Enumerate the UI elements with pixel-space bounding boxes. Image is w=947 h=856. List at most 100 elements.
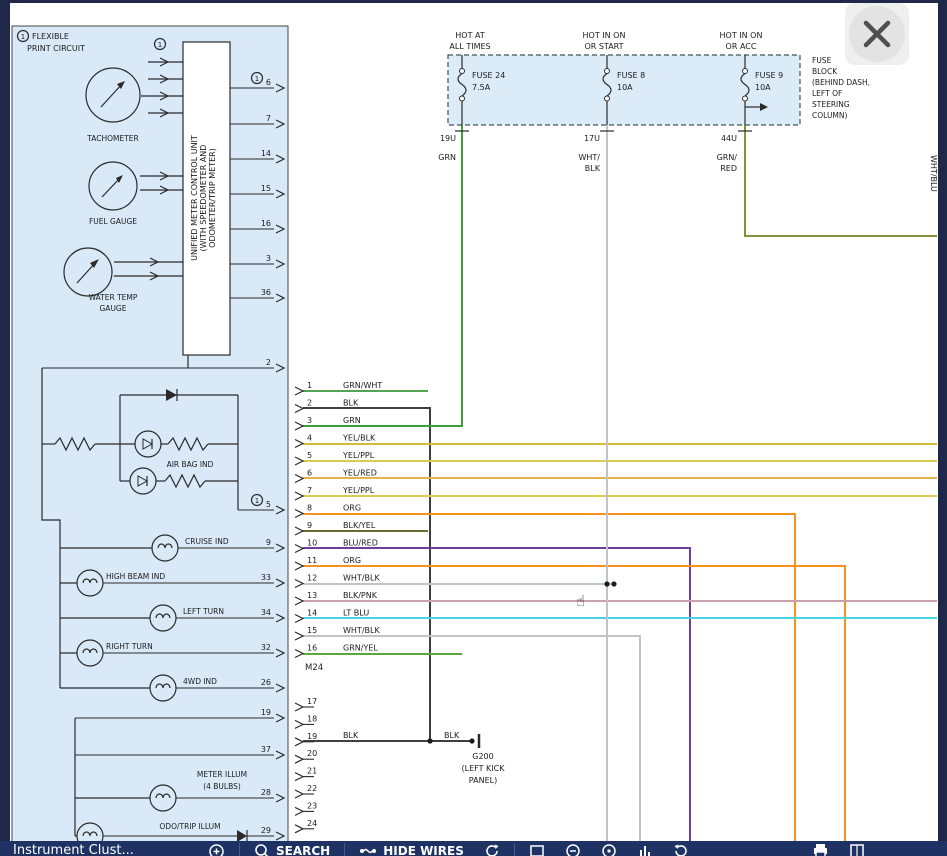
panel-pin-number: 5 [266,500,271,509]
panel-title-line1: FLEXIBLE [32,32,69,41]
junction-dot [427,738,432,743]
fuse-block: HOT AT ALL TIMES FUSE 24 7.5A 19U GRN HO… [438,31,870,173]
air-bag-label: AIR BAG IND [167,460,214,469]
fuse-terminal [460,69,465,74]
m24-pin-number: 16 [307,644,317,653]
fuse-rating: 7.5A [472,83,491,92]
meter-illum-label1: METER ILLUM [197,770,247,779]
m24-pin-number: 2 [307,399,312,408]
rotate-button[interactable] [663,843,699,856]
frame-icon [529,843,545,856]
wire-color-label: GRN/ [717,153,738,162]
fit-view-button[interactable] [519,843,555,856]
connector-chevron [295,738,303,746]
fuse-terminal [460,96,465,101]
meter-illum-label2: (4 BULBS) [203,782,241,791]
wire-color-label: GRN [438,153,456,162]
connector-chevron [295,527,303,535]
connector-id: 17U [584,134,600,143]
fuse-terminal [743,69,748,74]
m24-pin-number: 9 [307,521,312,530]
cursor-pointer: ☝ [576,592,585,610]
search-button[interactable]: SEARCH [244,843,340,856]
manual-button[interactable] [839,843,875,856]
wire-color-label: RED [720,164,737,173]
chart-icon [637,843,653,856]
connector-chevron [295,562,303,570]
footnote-4: 1 [255,497,259,505]
connector-chevron [295,790,303,798]
high-beam-label: HIGH BEAM IND [106,572,165,581]
ground-location: (LEFT KICK [462,764,506,773]
fuse-note-line: COLUMN) [812,111,848,120]
close-button[interactable] [845,3,909,65]
center-target-button[interactable] [591,843,627,856]
fuse-name: FUSE 8 [617,71,645,80]
panel-title-line2: PRINT CIRCUIT [27,44,85,53]
fuel-gauge-label: FUEL GAUGE [89,217,137,226]
panel-pin-number: 15 [261,184,271,193]
panel-pin-number: 37 [261,745,271,754]
panel-pin-number: 16 [261,219,271,228]
connector-chevron [295,422,303,430]
unit-label-line1: UNIFIED METER CONTROL UNIT [190,135,199,261]
m24-pin-number: 15 [307,626,317,635]
panel-pin-number: 6 [266,78,271,87]
water-gauge-label1: WATER TEMP [89,293,138,302]
fuse-note-line: FUSE [812,56,832,65]
m24-pin-wire-label: BLK/YEL [343,521,376,530]
hot-label: OR START [584,42,623,51]
wire-color-label: WHT/ [578,153,600,162]
connector-chevron [295,580,303,588]
wire-color-label: BLK [585,164,601,173]
ground-id: G200 [472,752,493,761]
connector-chevron [295,720,303,728]
close-icon [845,3,909,65]
water-gauge-label2: GAUGE [100,304,127,313]
refresh-button[interactable] [474,843,510,856]
connector-chevron [295,457,303,465]
m24-label: M24 [305,663,323,673]
panel-pin-number: 36 [261,288,271,297]
toolbar-divider [344,843,345,856]
top-border [0,0,947,3]
m24-pin-number: 4 [307,434,312,443]
connector-id: 44U [721,134,737,143]
junction-dot [469,738,474,743]
fuse-note-line: LEFT OF [812,89,842,98]
m24-pin-number: 22 [307,784,317,793]
hide-wires-button[interactable]: HIDE WIRES [349,843,474,856]
printer-icon [812,843,829,856]
m24-pin-number: 10 [307,539,317,548]
m24-pin-wire-label: YEL/PPL [342,451,375,460]
m24-pin-wire-label: ORG [343,504,361,513]
unit-label-line3: ODOMETER/TRIP METER) [208,148,217,248]
m24-pin-wire-label: BLU/RED [343,539,378,548]
unit-label-line2: (WITH SPEEDOMETER AND [199,145,208,252]
zoom-icon [208,843,225,856]
m24-pin-number: 11 [307,556,317,565]
connector-chevron [295,440,303,448]
fuse-note-line: BLOCK [812,67,838,76]
m24-pin-number: 21 [307,767,317,776]
m24-pin-number: 17 [307,697,317,706]
right-scroll-strip[interactable] [938,0,947,856]
left-border [0,0,10,856]
levels-button[interactable] [627,843,663,856]
m24-pin-number: 18 [307,714,317,723]
ground-wire-label: BLK [444,731,460,740]
fuse-name: FUSE 24 [472,71,505,80]
print-button[interactable] [802,843,839,856]
zoom-out-button[interactable] [555,843,591,856]
search-label: SEARCH [276,844,330,856]
connector-chevron [295,405,303,413]
connector-chevron [295,650,303,658]
footnote-1: 1 [21,33,25,41]
m24-connector: 1GRN/WHT2BLK3GRN4YEL/BLK5YEL/PPL6YEL/RED… [295,381,382,833]
junction-dot [604,581,609,586]
m24-pin-wire-label: WHT/BLK [343,626,380,635]
target-icon [601,843,617,856]
zoom-button[interactable] [198,843,235,856]
connector-chevron [295,510,303,518]
connector-chevron [295,615,303,623]
